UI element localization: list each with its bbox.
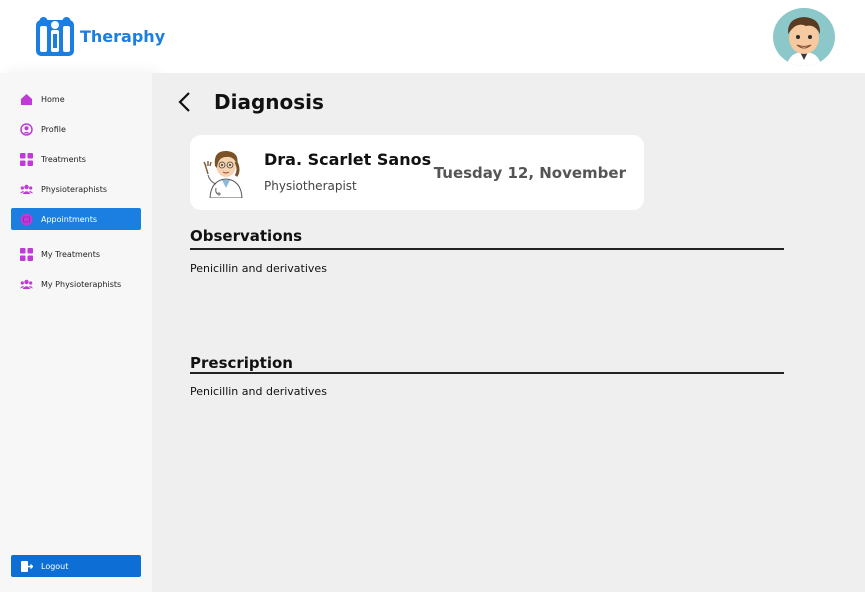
- sidebar-item-label: Profile: [41, 124, 66, 134]
- logout-button[interactable]: Logout: [11, 555, 141, 577]
- sidebar-item-label: Home: [41, 94, 65, 104]
- logout-label: Logout: [41, 561, 69, 571]
- sidebar-item-profile[interactable]: Profile: [11, 118, 141, 140]
- home-icon: [20, 93, 33, 106]
- sidebar-item-home[interactable]: Home: [11, 88, 141, 110]
- sidebar: Home Profile Treatments Physioteraphists…: [0, 73, 152, 592]
- doctor-illustration-icon: [203, 150, 243, 198]
- page-title: Diagnosis: [214, 90, 324, 114]
- people-icon: [20, 278, 33, 291]
- app-logo[interactable]: Theraphy: [36, 16, 165, 56]
- calendar-icon: [20, 213, 33, 226]
- people-icon: [20, 183, 33, 196]
- sidebar-item-treatments[interactable]: Treatments: [11, 148, 141, 170]
- observations-title: Observations: [190, 227, 303, 245]
- sidebar-item-label: Appointments: [41, 214, 98, 224]
- sidebar-item-appointments[interactable]: Appointments: [11, 208, 141, 230]
- back-button[interactable]: [176, 90, 194, 114]
- sidebar-item-label: Treatments: [41, 154, 86, 164]
- doctor-role: Physiotherapist: [264, 179, 357, 193]
- sidebar-item-physiotherapists[interactable]: Physioteraphists: [11, 178, 141, 200]
- logout-icon: [20, 560, 33, 573]
- prescription-text: Penicillin and derivatives: [190, 385, 327, 398]
- top-bar: Theraphy: [0, 0, 865, 73]
- main-content: Diagnosis Dra. Scarlet Sanos Physiothera…: [152, 73, 865, 592]
- sidebar-item-my-treatments[interactable]: My Treatments: [11, 243, 141, 265]
- sidebar-item-label: My Physioteraphists: [41, 279, 122, 289]
- prescription-title: Prescription: [190, 354, 293, 372]
- profile-icon: [20, 122, 33, 136]
- prescription-divider: [190, 372, 784, 374]
- doctor-name: Dra. Scarlet Sanos: [264, 150, 432, 169]
- user-avatar-icon[interactable]: [773, 8, 835, 66]
- grid-icon: [20, 247, 33, 261]
- sidebar-item-label: Physioteraphists: [41, 184, 108, 194]
- grid-icon: [20, 152, 33, 166]
- sidebar-item-label: My Treatments: [41, 249, 101, 259]
- appointment-date: Tuesday 12, November: [433, 164, 626, 182]
- logo-icon: [36, 17, 74, 56]
- app-name: Theraphy: [80, 26, 166, 46]
- chevron-left-icon: [178, 92, 190, 112]
- doctor-card: Dra. Scarlet Sanos Physiotherapist Tuesd…: [190, 135, 644, 210]
- sidebar-item-my-physiotherapists[interactable]: My Physioteraphists: [11, 273, 141, 295]
- observations-text: Penicillin and derivatives: [190, 262, 327, 275]
- observations-divider: [190, 248, 784, 250]
